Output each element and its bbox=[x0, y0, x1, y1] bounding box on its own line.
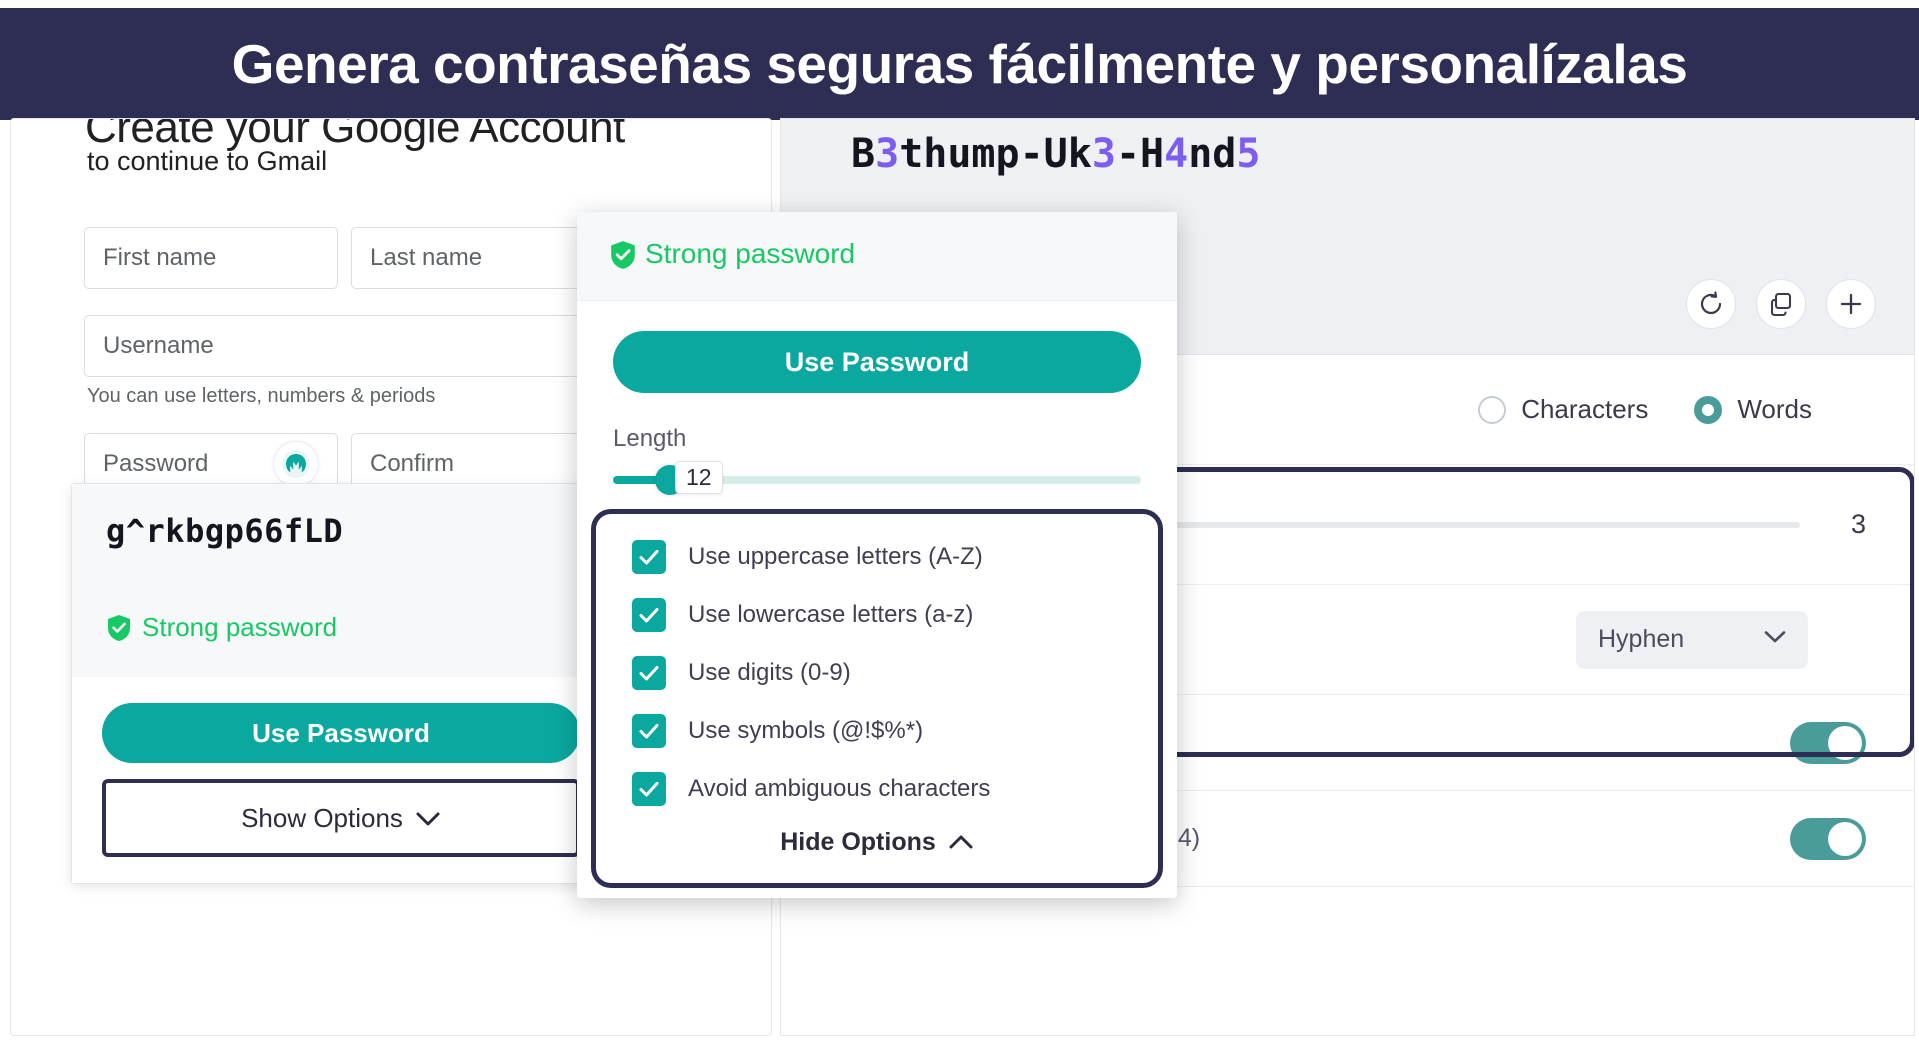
show-options-label: Show Options bbox=[241, 802, 403, 833]
password-segment-letter: nd bbox=[1188, 131, 1237, 177]
hide-options-button[interactable]: Hide Options bbox=[632, 818, 1122, 863]
option-digits[interactable]: Use digits (0-9) bbox=[632, 656, 1122, 690]
popup-strength-label: Strong password bbox=[645, 238, 856, 269]
checkbox-checked-icon bbox=[632, 598, 666, 632]
refresh-icon[interactable] bbox=[1686, 279, 1736, 329]
generated-password-display[interactable]: B3thump-Uk3-H4nd5 bbox=[851, 131, 1260, 177]
toggle-digits-switch[interactable] bbox=[1790, 817, 1866, 860]
option-avoid-ambiguous[interactable]: Avoid ambiguous characters bbox=[632, 772, 1122, 806]
nordpass-logo-icon[interactable] bbox=[273, 441, 319, 487]
promo-banner: Genera contraseñas seguras fácilmente y … bbox=[0, 8, 1919, 120]
password-segment-digit: 3 bbox=[875, 131, 900, 177]
password-segment-digit: 4 bbox=[1164, 131, 1189, 177]
radio-words-label: Words bbox=[1737, 394, 1812, 424]
password-segment-letter: thump-Uk bbox=[899, 131, 1092, 177]
checkbox-checked-icon bbox=[632, 540, 666, 574]
google-page-subtitle: to continue to Gmail bbox=[87, 146, 328, 176]
first-name-placeholder: First name bbox=[103, 244, 217, 271]
option-symbols-label: Use symbols (@!$%*) bbox=[688, 717, 924, 744]
chevron-down-icon bbox=[1764, 630, 1786, 649]
option-symbols[interactable]: Use symbols (@!$%*) bbox=[632, 714, 1122, 748]
popup-use-password-button[interactable]: Use Password bbox=[613, 331, 1141, 393]
option-uppercase[interactable]: Use uppercase letters (A-Z) bbox=[632, 540, 1122, 574]
generator-actions bbox=[1686, 279, 1876, 329]
length-slider-value: 12 bbox=[675, 461, 723, 494]
word-count-value: 3 bbox=[1850, 509, 1866, 539]
toggle-knob bbox=[1828, 725, 1862, 760]
length-slider-track[interactable] bbox=[719, 476, 1141, 484]
shield-check-icon bbox=[106, 614, 132, 642]
popup-options-box: Use uppercase letters (A-Z) Use lowercas… bbox=[591, 509, 1163, 888]
screen-root: Genera contraseñas seguras fácilmente y … bbox=[0, 0, 1919, 1043]
confirm-password-placeholder: Confirm bbox=[370, 450, 455, 477]
option-digits-label: Use digits (0-9) bbox=[688, 659, 851, 686]
password-segment-letter: -H bbox=[1115, 131, 1165, 177]
first-name-input[interactable]: First name bbox=[84, 227, 338, 289]
banner-title: Genera contraseñas seguras fácilmente y … bbox=[231, 33, 1688, 95]
show-options-button[interactable]: Show Options bbox=[102, 779, 580, 857]
hide-options-label: Hide Options bbox=[780, 828, 936, 856]
inline-generator-body: Use Password Show Options bbox=[72, 677, 610, 883]
popup-length-label: Length bbox=[613, 425, 687, 452]
username-input[interactable]: Username @ bbox=[84, 315, 641, 377]
popup-strength-header: Strong password bbox=[577, 212, 1177, 301]
inline-use-password-button[interactable]: Use Password bbox=[102, 703, 580, 763]
popup-length-slider[interactable]: 12 bbox=[613, 461, 1141, 497]
checkbox-checked-icon bbox=[632, 772, 666, 806]
option-lowercase-label: Use lowercase letters (a-z) bbox=[688, 601, 974, 628]
separator-selected-value: Hyphen bbox=[1598, 625, 1685, 653]
radio-characters[interactable]: Characters bbox=[1478, 394, 1648, 425]
generator-popup: Strong password Use Password Length 12 U… bbox=[577, 212, 1177, 898]
password-segment-letter: B bbox=[851, 131, 876, 177]
option-uppercase-label: Use uppercase letters (A-Z) bbox=[688, 543, 983, 570]
password-segment-digit: 5 bbox=[1236, 131, 1261, 177]
option-avoid-ambiguous-label: Avoid ambiguous characters bbox=[688, 775, 991, 802]
password-placeholder: Password bbox=[103, 450, 209, 477]
username-placeholder: Username bbox=[103, 332, 214, 359]
checkbox-checked-icon bbox=[632, 714, 666, 748]
length-slider-fill bbox=[613, 476, 661, 484]
toggle-capitals-switch[interactable] bbox=[1790, 721, 1866, 764]
radio-words-indicator bbox=[1694, 395, 1723, 424]
chevron-up-icon bbox=[948, 828, 974, 857]
inline-generated-password[interactable]: g^rkbgp66fLD bbox=[106, 512, 576, 550]
radio-characters-label: Characters bbox=[1521, 394, 1649, 424]
separator-select[interactable]: Hyphen bbox=[1576, 610, 1808, 669]
password-segment-digit: 3 bbox=[1091, 131, 1116, 177]
copy-icon[interactable] bbox=[1756, 279, 1806, 329]
option-lowercase[interactable]: Use lowercase letters (a-z) bbox=[632, 598, 1122, 632]
username-hint: You can use letters, numbers & periods bbox=[87, 385, 436, 407]
plus-icon[interactable] bbox=[1826, 279, 1876, 329]
password-type-radio-group: Characters Words bbox=[1478, 394, 1812, 425]
inline-password-generator: g^rkbgp66fLD Strong password Use Passwor… bbox=[71, 483, 611, 884]
checkbox-checked-icon bbox=[632, 656, 666, 690]
inline-strength-label: Strong password bbox=[142, 612, 338, 642]
radio-words[interactable]: Words bbox=[1694, 394, 1812, 425]
toggle-knob bbox=[1828, 821, 1862, 856]
chevron-down-icon bbox=[415, 803, 441, 834]
radio-characters-indicator bbox=[1478, 395, 1507, 424]
shield-check-icon bbox=[609, 240, 635, 269]
inline-generator-header: g^rkbgp66fLD Strong password bbox=[72, 484, 610, 677]
last-name-placeholder: Last name bbox=[370, 244, 483, 271]
inline-strength-row: Strong password bbox=[106, 612, 576, 643]
popup-body: Use Password Length 12 Use uppercase let… bbox=[577, 301, 1177, 898]
